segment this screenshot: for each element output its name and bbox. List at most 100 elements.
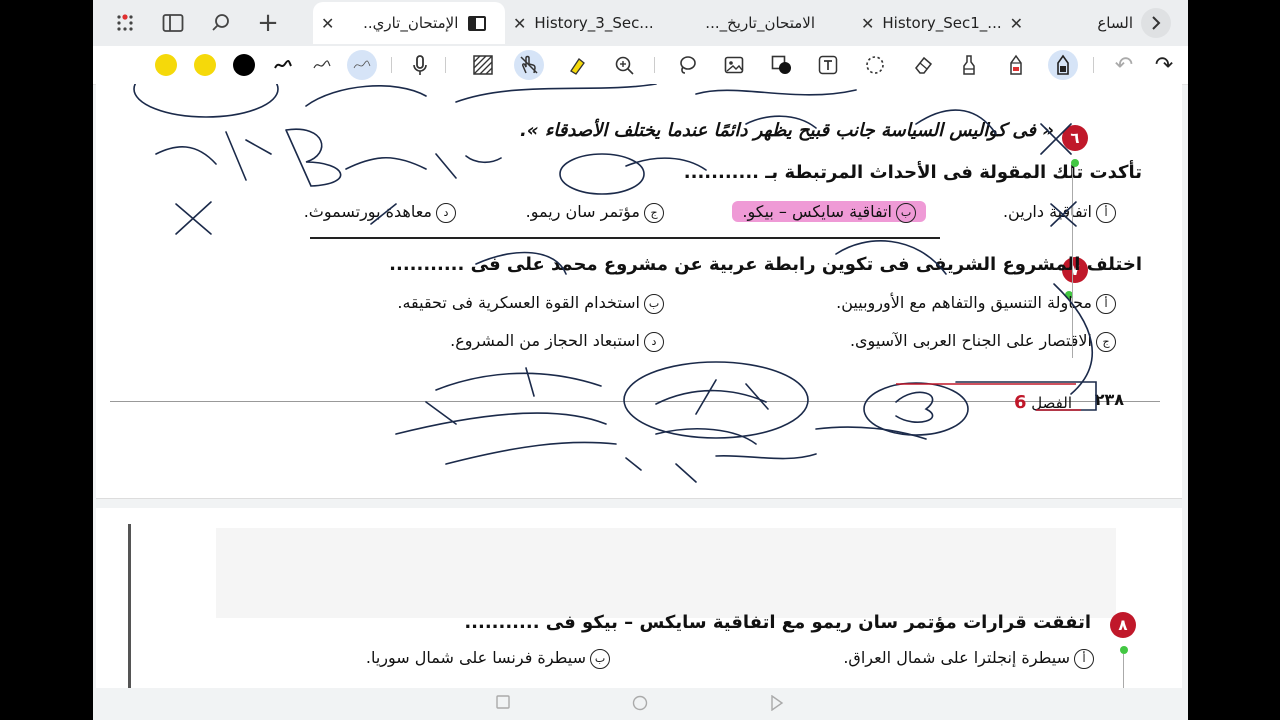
tab-pages-icon <box>468 15 487 31</box>
chapter-label: الفصل 6 <box>1014 392 1072 413</box>
shapes-icon[interactable] <box>767 50 797 80</box>
margin-rule <box>1072 168 1073 358</box>
pdf-page-238[interactable]: ٦ « فى كواليس السياسة جانب قبيح يظهر دائ… <box>96 84 1182 499</box>
color-swatch <box>194 54 216 76</box>
margin-marker <box>1071 159 1079 167</box>
question-8-option-a[interactable]: أسيطرة إنجلترا على شمال العراق. <box>843 648 1094 669</box>
question-7-option-a[interactable]: أمحاولة التنسيق والتفاهم مع الأوروبيين. <box>836 293 1116 314</box>
page-number: ٢٣٨ <box>1094 390 1124 409</box>
chevron-right-icon[interactable] <box>1141 8 1171 38</box>
chapter-number: 6 <box>1013 392 1027 413</box>
pen-color-yellow-1[interactable] <box>151 50 181 80</box>
question-7-stem: اختلف المشروع الشريفى فى تكوين رابطة عرب… <box>389 254 1142 275</box>
undo-icon[interactable]: ↶ <box>1109 50 1139 80</box>
toolbar-divider <box>1093 57 1094 73</box>
microphone-icon[interactable] <box>405 50 435 80</box>
stroke-medium-icon[interactable] <box>307 50 337 80</box>
toolbar-divider <box>391 57 392 73</box>
option-letter: د <box>644 331 664 352</box>
option-text: اتفاقية دارين. <box>1002 202 1092 221</box>
chapter-text: الفصل <box>1031 394 1072 412</box>
tab-label: الإمتحان_تاري.. <box>363 14 459 32</box>
color-swatch <box>233 54 255 76</box>
new-tab-button[interactable]: + <box>253 8 283 38</box>
option-text: محاولة التنسيق والتفاهم مع الأوروبيين. <box>836 293 1092 312</box>
option-text: الاقتصار على الجناح العربى الآسيوى. <box>849 331 1092 350</box>
faded-content <box>216 528 1116 618</box>
pdf-annotator-app: + ✕ الإمتحان_تاري.. ✕ History_3_Sec... ا… <box>93 0 1188 720</box>
home-icon[interactable] <box>632 695 648 715</box>
toolbar-divider <box>445 57 446 73</box>
lasso-icon[interactable] <box>672 50 702 80</box>
tab-label: الساع <box>1097 14 1133 32</box>
option-text: مؤتمر سان ريمو. <box>525 202 640 221</box>
option-letter: أ <box>1096 202 1116 223</box>
option-letter: ب <box>590 648 610 669</box>
tab-history-sec1[interactable]: ✕ History_Sec1_... ✕ <box>853 2 1035 44</box>
page-footer-rule <box>110 401 1160 402</box>
annotation-toolbar: ↶ ↷ <box>93 46 1188 85</box>
marker-icon[interactable] <box>954 50 984 80</box>
question-6-option-d[interactable]: دمعاهدة بورتسموث. <box>304 202 456 223</box>
toolbar-divider <box>654 57 655 73</box>
tab-close-icon[interactable]: ✕ <box>321 14 334 33</box>
option-text: سيطرة فرنسا على شمال سوريا. <box>365 648 586 667</box>
tab-label: الامتحان_تاريخ_... <box>705 14 815 32</box>
question-7-option-d[interactable]: داستبعاد الحجاز من المشروع. <box>450 331 664 352</box>
option-text: معاهدة بورتسموث. <box>303 202 432 221</box>
option-text: استخدام القوة العسكرية فى تحقيقه. <box>397 293 640 312</box>
pen-color-black[interactable] <box>229 50 259 80</box>
zoom-in-icon[interactable] <box>609 50 639 80</box>
question-8-stem: اتفقت قرارات مؤتمر سان ريمو مع اتفاقية س… <box>464 612 1091 633</box>
separator-line <box>310 237 940 239</box>
tab-close-icon[interactable]: ✕ <box>1010 14 1023 33</box>
tab-exam-history[interactable]: الامتحان_تاريخ_... <box>677 2 843 44</box>
margin-marker <box>1120 646 1128 654</box>
question-6-quote: « فى كواليس السياسة جانب قبيح يظهر دائمً… <box>520 120 1054 141</box>
redo-icon[interactable]: ↷ <box>1149 50 1179 80</box>
eraser-icon[interactable] <box>908 50 938 80</box>
question-number-8: ٨ <box>1110 612 1136 638</box>
margin-bar <box>128 524 131 694</box>
tab-clock[interactable]: الساع <box>1083 2 1133 44</box>
recents-icon[interactable] <box>496 695 510 713</box>
stroke-thin-icon[interactable] <box>347 50 377 80</box>
option-letter: ب <box>896 202 916 223</box>
hatch-pattern-icon[interactable] <box>468 50 498 80</box>
question-6-option-b[interactable]: باتفاقية سايكس – بيكو. <box>732 201 926 223</box>
back-icon[interactable] <box>770 694 784 715</box>
question-6-option-a[interactable]: أاتفاقية دارين. <box>1003 202 1116 223</box>
color-swatch <box>155 54 177 76</box>
question-7-option-b[interactable]: باستخدام القوة العسكرية فى تحقيقه. <box>397 293 664 314</box>
search-icon[interactable] <box>206 8 236 38</box>
question-7-option-c[interactable]: جالاقتصار على الجناح العربى الآسيوى. <box>850 331 1116 352</box>
highlighter-icon[interactable] <box>562 50 592 80</box>
option-letter: ج <box>1096 331 1116 352</box>
sidebar-toggle-icon[interactable] <box>158 8 188 38</box>
tab-close-icon[interactable]: ✕ <box>861 14 874 33</box>
tab-exam-active[interactable]: ✕ الإمتحان_تاري.. <box>313 2 505 44</box>
lasso-select-icon[interactable] <box>860 50 890 80</box>
option-text: استبعاد الحجاز من المشروع. <box>450 331 640 350</box>
tab-close-icon[interactable]: ✕ <box>513 14 526 33</box>
system-navigation-bar <box>93 688 1188 720</box>
question-8-option-b[interactable]: بسيطرة فرنسا على شمال سوريا. <box>366 648 610 669</box>
stroke-thick-icon[interactable] <box>268 50 298 80</box>
text-tool-icon[interactable] <box>813 50 843 80</box>
question-number-6: ٦ <box>1062 125 1088 151</box>
option-letter: د <box>436 202 456 223</box>
option-letter: أ <box>1074 648 1094 669</box>
tab-history-3[interactable]: ✕ History_3_Sec... <box>505 2 677 44</box>
hand-touch-icon[interactable] <box>514 50 544 80</box>
option-text: سيطرة إنجلترا على شمال العراق. <box>843 648 1070 667</box>
pencil-red-icon[interactable] <box>1001 50 1031 80</box>
tab-label: History_3_Sec... <box>534 14 654 32</box>
pen-tool-icon[interactable] <box>1048 50 1078 80</box>
image-icon[interactable] <box>719 50 749 80</box>
handwriting-annotations <box>133 84 1097 483</box>
question-6-option-c[interactable]: جمؤتمر سان ريمو. <box>526 202 664 223</box>
apps-grid-icon[interactable] <box>110 8 140 38</box>
pen-color-yellow-2[interactable] <box>190 50 220 80</box>
option-text: اتفاقية سايكس – بيكو. <box>742 202 892 221</box>
option-letter: ج <box>644 202 664 223</box>
